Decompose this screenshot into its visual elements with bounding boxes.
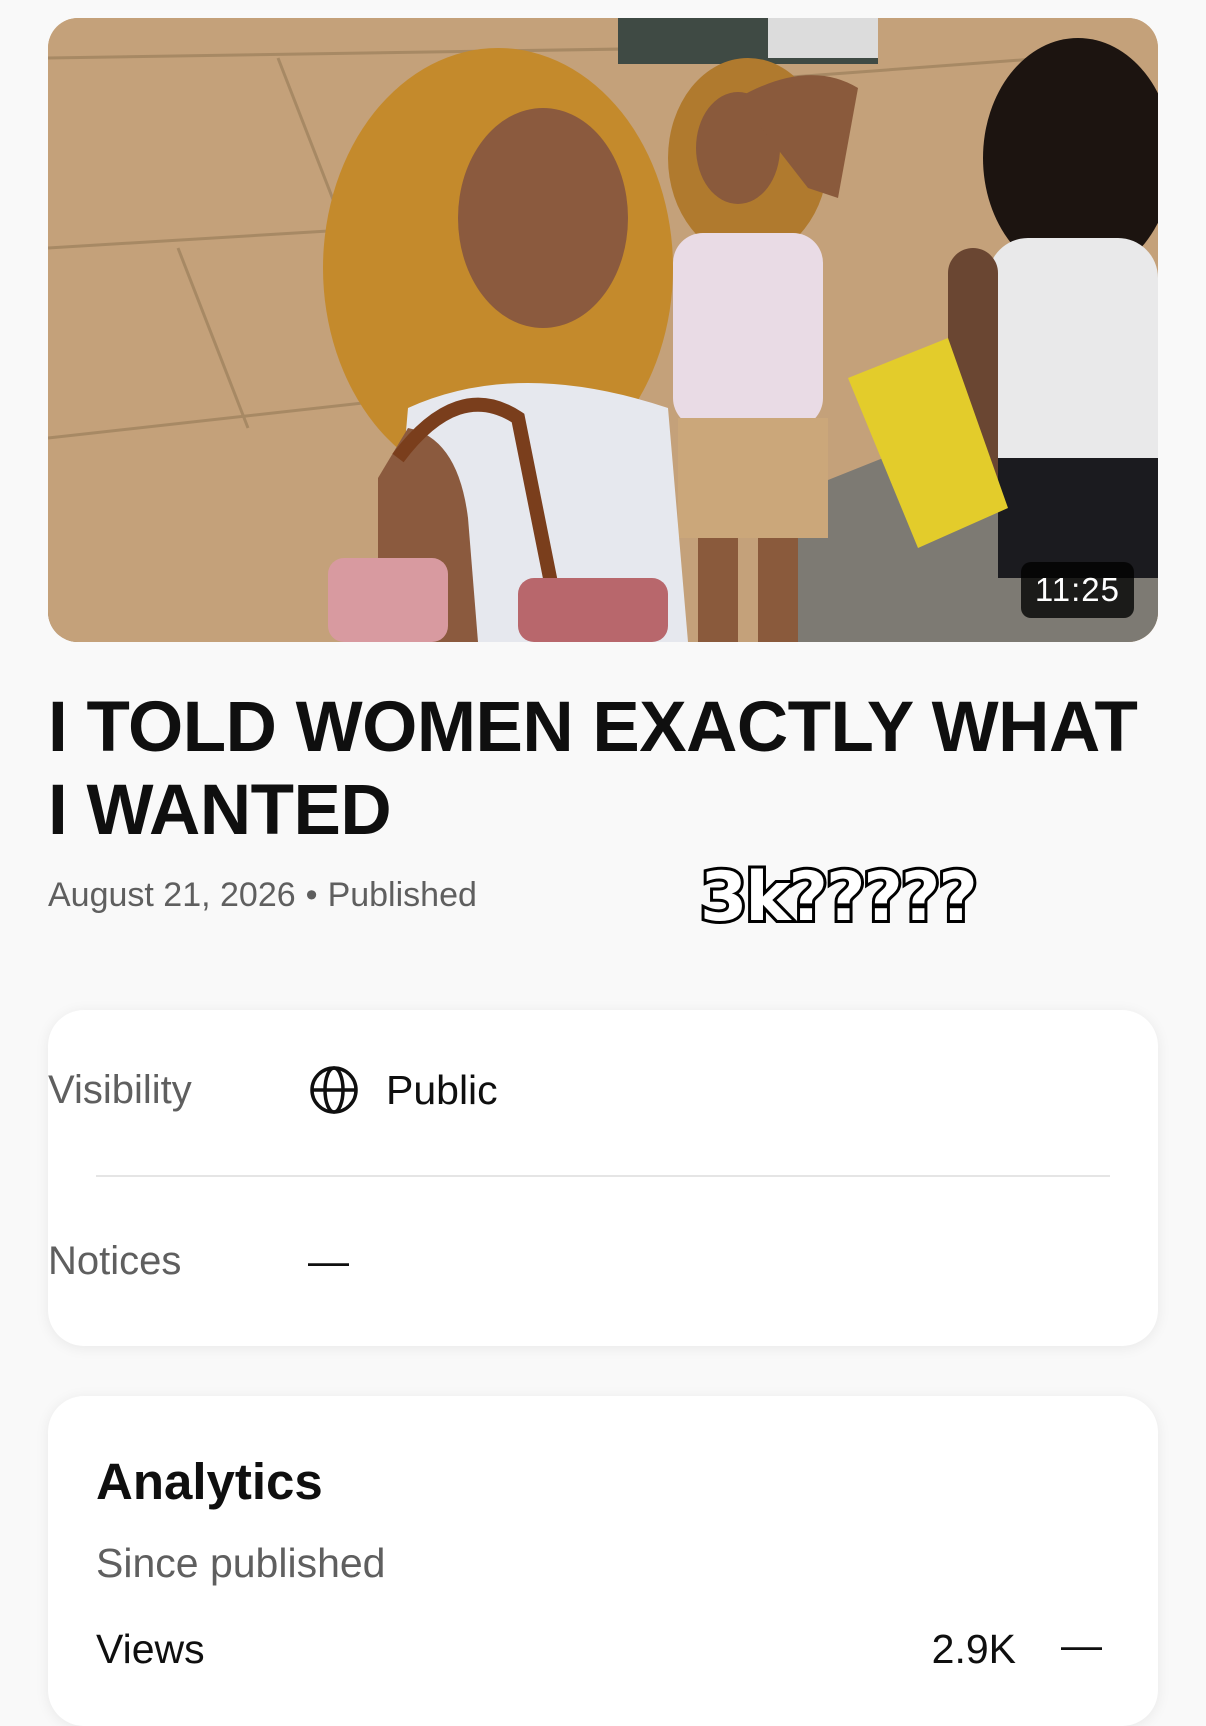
globe-icon xyxy=(310,1066,358,1114)
details-divider xyxy=(96,1175,1110,1177)
visibility-value: Public xyxy=(308,1064,498,1116)
notices-value: — xyxy=(308,1237,349,1284)
meta-separator: • xyxy=(305,876,318,914)
publish-status: Published xyxy=(327,876,477,914)
views-value: 2.9K xyxy=(931,1626,1016,1672)
publish-date: August 21, 2026 xyxy=(48,876,296,914)
visibility-text: Public xyxy=(386,1066,498,1113)
video-meta: August 21, 2026 • Published xyxy=(48,876,477,915)
visibility-label: Visibility xyxy=(48,1067,192,1112)
visibility-row[interactable]: Visibility Public xyxy=(48,1055,1158,1125)
analytics-title: Analytics xyxy=(96,1453,323,1510)
video-title: I TOLD WOMEN EXACTLY WHAT I WANTED xyxy=(48,688,1138,850)
views-label: Views xyxy=(96,1626,205,1672)
overlay-caption: 3k????? xyxy=(697,855,981,940)
thumbnail-image xyxy=(48,18,1158,642)
video-thumbnail[interactable]: 11:25 xyxy=(48,18,1158,642)
duration-badge: 11:25 xyxy=(1020,562,1134,618)
notices-row[interactable]: Notices — xyxy=(48,1226,1158,1296)
views-change: — xyxy=(1061,1622,1102,1668)
notices-label: Notices xyxy=(48,1238,182,1283)
analytics-subtitle: Since published xyxy=(96,1540,386,1586)
